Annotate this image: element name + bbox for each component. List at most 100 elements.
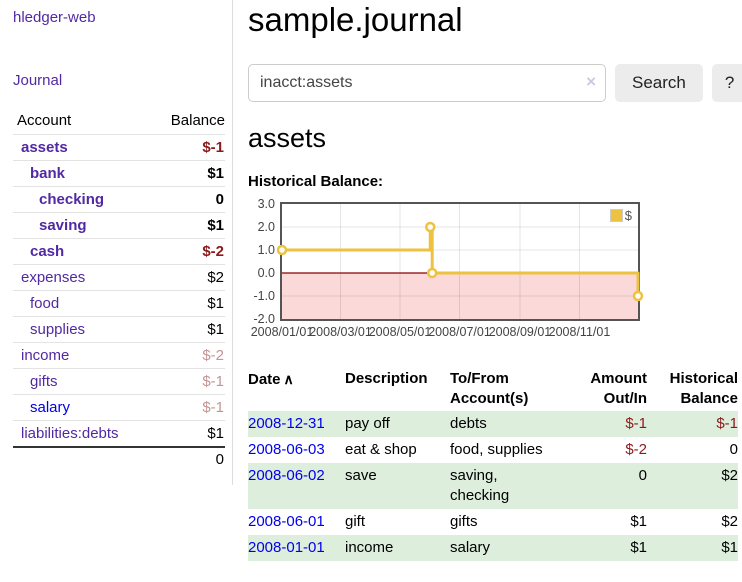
nav-journal-link[interactable]: Journal [13, 72, 62, 89]
transaction-row: 2008-06-01giftgifts$1$2 [248, 509, 738, 535]
account-row: assets $-1 [13, 135, 225, 161]
transaction-amount: $-2 [575, 437, 647, 463]
transaction-balance: $-1 [647, 411, 738, 437]
account-balance: $-1 [150, 135, 225, 161]
account-balance: $1 [150, 317, 225, 343]
account-row: gifts $-1 [13, 369, 225, 395]
sidebar-nav: Journal [13, 72, 232, 90]
register-col-description: Description [345, 367, 450, 411]
account-balance: $1 [150, 291, 225, 317]
account-row: salary $-1 [13, 395, 225, 421]
help-button[interactable]: ? [712, 64, 742, 102]
transaction-date-cell: 2008-06-01 [248, 509, 345, 535]
transaction-date-link[interactable]: 2008-06-03 [248, 441, 325, 458]
account-row: supplies $1 [13, 317, 225, 343]
transaction-date-cell: 2008-06-03 [248, 437, 345, 463]
account-balance: $2 [150, 265, 225, 291]
clear-search-icon[interactable]: × [586, 73, 596, 90]
transaction-row: 2008-06-03 eat & shopfood, supplies$-20 [248, 437, 738, 463]
transaction-accounts: debts [450, 411, 575, 437]
account-link[interactable]: assets [21, 139, 68, 156]
transaction-date-link[interactable]: 2008-01-01 [248, 539, 325, 556]
account-link[interactable]: gifts [30, 373, 58, 390]
main-content: sample.journal × Search ? assets Histori… [233, 0, 742, 561]
account-row: expenses $2 [13, 265, 225, 291]
accounts-total-row: 0 [13, 447, 225, 471]
transaction-description: pay off [345, 411, 450, 437]
transaction-date-link[interactable]: 2008-06-01 [248, 513, 325, 530]
accounts-col-account: Account [13, 109, 150, 135]
accounts-header-row: Account Balance [13, 109, 225, 135]
transaction-date-link[interactable]: 2008-06-02 [248, 467, 325, 484]
account-row: income $-2 [13, 343, 225, 369]
register-table: Date∧ Description To/From Account(s) Amo… [248, 367, 738, 561]
account-link[interactable]: liabilities:debts [21, 425, 119, 442]
register-table-body: 2008-12-31pay offdebts$-1$-12008-06-03ea… [248, 411, 738, 561]
chart-heading: Historical Balance: [248, 173, 742, 190]
account-link[interactable]: supplies [30, 321, 85, 338]
transaction-accounts: salary [450, 535, 575, 561]
transaction-row: 2008-06-02savesaving, checking0$2 [248, 463, 738, 509]
historical-balance-chart: $ 3.02.01.00.0-1.0-2.0 2008/01/012008/03… [248, 202, 648, 346]
account-balance: $-1 [150, 395, 225, 421]
brand-link[interactable]: hledger-web [13, 9, 96, 26]
transaction-amount: $1 [575, 535, 647, 561]
transaction-row: 2008-01-01incomesalary$1$1 [248, 535, 738, 561]
account-row: liabilities:debts $1 [13, 421, 225, 448]
sidebar: hledger-web Journal Account Balance asse… [0, 0, 233, 485]
accounts-col-balance: Balance [150, 109, 225, 135]
sort-asc-icon: ∧ [284, 371, 294, 387]
account-balance: $1 [150, 421, 225, 448]
account-balance: 0 [150, 187, 225, 213]
account-link[interactable]: checking [39, 191, 104, 208]
account-link[interactable]: food [30, 295, 59, 312]
transaction-date-cell: 2008-06-02 [248, 463, 345, 509]
transaction-balance: $1 [647, 535, 738, 561]
transaction-description: eat & shop [345, 437, 450, 463]
y-tick-label: 2.0 [248, 220, 275, 235]
y-tick-label: 0.0 [248, 266, 275, 281]
search-form: × Search ? [248, 64, 742, 102]
legend-swatch [610, 209, 623, 222]
register-col-date[interactable]: Date∧ [248, 367, 345, 411]
register-col-balance: Historical Balance [647, 367, 738, 411]
transaction-balance: 0 [647, 437, 738, 463]
transaction-description: gift [345, 509, 450, 535]
account-balance: $-2 [150, 343, 225, 369]
account-balance: $-1 [150, 369, 225, 395]
transaction-amount: $-1 [575, 411, 647, 437]
account-link[interactable]: income [21, 347, 69, 364]
transaction-description: save [345, 463, 450, 509]
account-row: cash$-2 [13, 239, 225, 265]
transaction-accounts: food, supplies [450, 437, 575, 463]
transaction-amount: $1 [575, 509, 647, 535]
register-header-row: Date∧ Description To/From Account(s) Amo… [248, 367, 738, 411]
transaction-row: 2008-12-31pay offdebts$-1$-1 [248, 411, 738, 437]
chart-legend: $ [608, 207, 634, 224]
register-col-amount: Amount Out/In [575, 367, 647, 411]
chart-plot-area: $ [280, 202, 640, 321]
transaction-amount: 0 [575, 463, 647, 509]
account-link[interactable]: cash [30, 243, 64, 260]
account-row: bank $1 [13, 161, 225, 187]
register-col-accounts: To/From Account(s) [450, 367, 575, 411]
account-row: food $1 [13, 291, 225, 317]
account-balance: $1 [150, 161, 225, 187]
account-link[interactable]: salary [30, 399, 70, 416]
account-link[interactable]: saving [39, 217, 87, 234]
legend-label: $ [625, 208, 632, 223]
account-link[interactable]: expenses [21, 269, 85, 286]
account-balance: $1 [150, 213, 225, 239]
account-row: checking 0 [13, 187, 225, 213]
account-row: saving $1 [13, 213, 225, 239]
transaction-date-cell: 2008-01-01 [248, 535, 345, 561]
y-tick-label: 1.0 [248, 243, 275, 258]
accounts-table-body: assets$-1bank$1checking0saving$1cash$-2e… [13, 135, 225, 448]
search-button[interactable]: Search [615, 64, 703, 102]
register-col-date-label: Date [248, 371, 281, 388]
search-input[interactable] [248, 64, 606, 102]
transaction-date-cell: 2008-12-31 [248, 411, 345, 437]
accounts-table: Account Balance assets $-1 bank $1 checking 0… [13, 109, 225, 471]
transaction-date-link[interactable]: 2008-12-31 [248, 415, 325, 432]
account-link[interactable]: bank [30, 165, 65, 182]
